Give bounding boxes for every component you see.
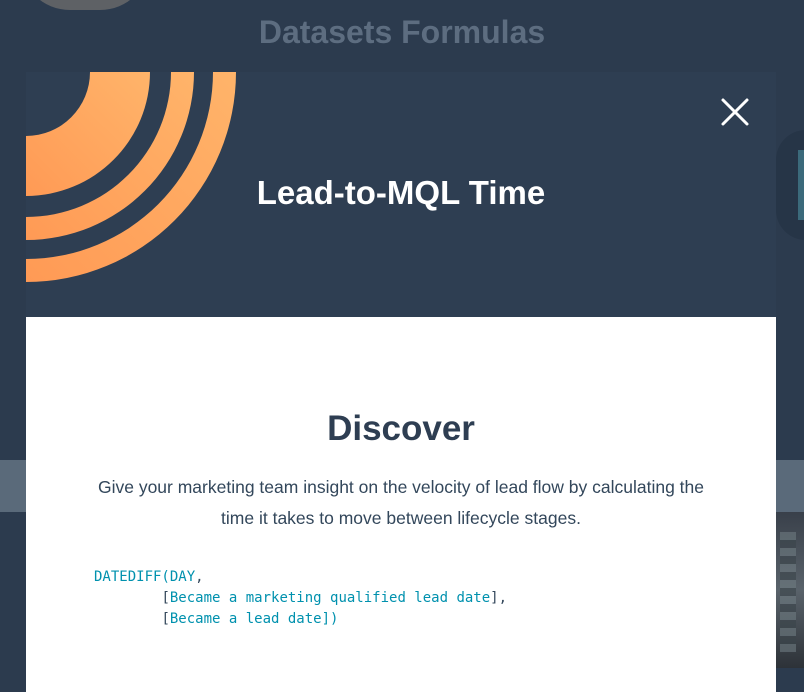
section-description: Give your marketing team insight on the … [97,477,704,528]
background-title: Datasets Formulas [258,14,546,50]
code-field: Became a marketing qualified lead date [169,590,491,606]
code-bracket: ]) [321,611,339,627]
code-bracket: ], [490,590,508,606]
code-bracket: [ [161,611,170,627]
section-title: Discover [327,409,475,448]
code-argument: DAY [169,569,196,585]
formula-code-block: DATEDIFF(DAY, [Became a marketing qualif… [94,567,507,630]
background-blob [20,0,150,10]
modal-title: Lead-to-MQL Time [256,174,546,211]
code-bracket: [ [161,590,170,606]
close-icon [721,98,749,126]
modal-header: Lead-to-MQL Time [26,72,776,317]
close-button[interactable] [718,95,752,129]
code-punctuation: , [195,569,204,585]
code-field: Became a lead date [169,611,322,627]
modal-dialog: Lead-to-MQL Time Discover Give your mark… [26,72,776,692]
background-right-accent [798,150,804,220]
background-right-image [776,512,804,668]
code-function: DATEDIFF( [94,569,170,585]
